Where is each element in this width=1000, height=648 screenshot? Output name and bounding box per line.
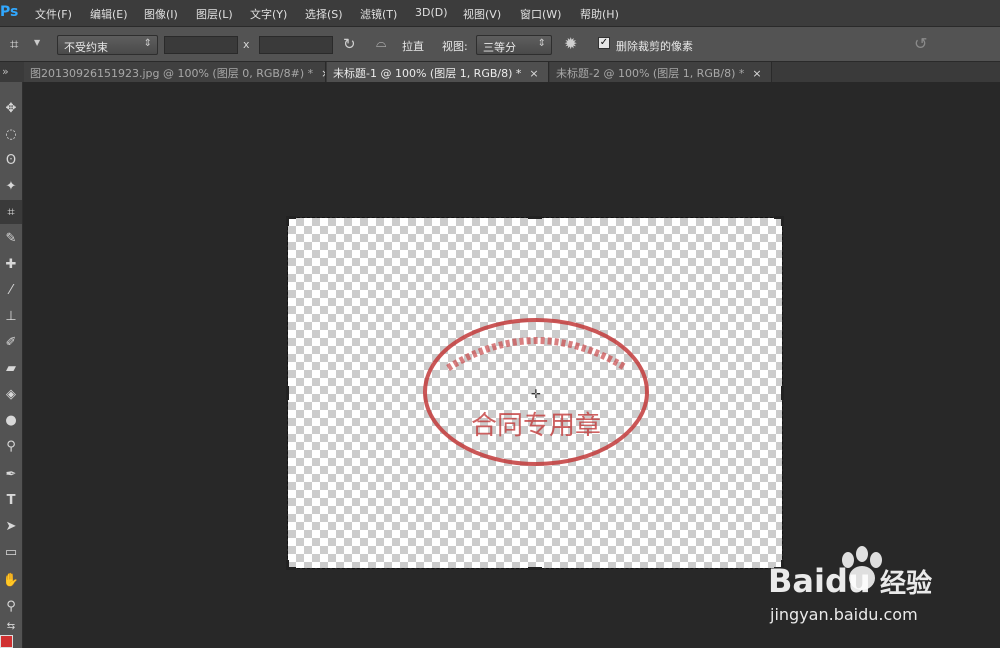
crop-handle-bottom[interactable] [528,567,542,570]
type-tool-icon[interactable]: T [0,488,22,512]
menu-filter[interactable]: 滤镜(T) [360,6,397,22]
tab-title: 图20130926151923.jpg @ 100% (图层 0, RGB/8#… [30,67,314,80]
width-field[interactable] [164,36,238,54]
blur-tool-icon[interactable]: ● [0,408,22,432]
watermark-url: jingyan.baidu.com [769,605,918,624]
zoom-tool-icon[interactable]: ⚲ [0,594,22,618]
tool-preset-chevron-icon[interactable]: ▼ [34,38,40,47]
height-field[interactable] [259,36,333,54]
jingyan-product-text: 经验 [880,568,932,599]
paint-bucket-tool-icon[interactable]: ◈ [0,382,22,406]
tab-strip-arrows-icon[interactable]: » [2,65,9,78]
crop-tool-icon[interactable]: ⌗ [10,35,18,53]
menu-select[interactable]: 选择(S) [305,6,343,22]
menu-edit[interactable]: 编辑(E) [90,6,128,22]
reset-icon[interactable]: ↺ [914,34,927,53]
brush-tool-icon[interactable]: ⁄ [0,278,22,302]
ratio-select[interactable]: 不受约束 ⇕ [57,35,158,55]
crop-handle-bl-v[interactable] [286,560,289,570]
options-bar: ⌗ ▼ 不受约束 ⇕ x ↻ ⌓ 拉直 视图: 三等分 ⇕ ✹ ✓ 删除裁剪的像… [0,26,1000,62]
crop-handle-tl-v[interactable] [286,216,289,226]
clone-stamp-tool-icon[interactable]: ⊥ [0,304,22,328]
marquee-tool-icon[interactable]: ◌ [0,122,22,146]
tab-title: 未标题-1 @ 100% (图层 1, RGB/8) * [333,67,522,80]
crop-handle-top[interactable] [528,216,542,219]
menu-window[interactable]: 窗口(W) [520,6,561,22]
menu-image[interactable]: 图像(I) [144,6,178,22]
pen-tool-icon[interactable]: ✒ [0,462,22,486]
tab-document-2[interactable]: 未标题-1 @ 100% (图层 1, RGB/8) * × [327,62,549,82]
select-arrows-icon: ⇕ [143,38,152,49]
eyedropper-tool-icon[interactable]: ✎ [0,226,22,250]
ps-logo: Ps [0,4,19,20]
rotate-icon[interactable]: ↻ [343,35,356,53]
ratio-select-value: 不受约束 [64,41,108,54]
crop-handle-right[interactable] [781,386,784,400]
delete-cropped-label[interactable]: 删除裁剪的像素 [616,38,693,54]
straighten-label[interactable]: 拉直 [402,38,424,54]
straighten-icon[interactable]: ⌓ [376,36,386,51]
menu-view[interactable]: 视图(V) [463,6,501,22]
magic-wand-tool-icon[interactable]: ✦ [0,174,22,198]
crop-handle-left[interactable] [286,386,289,400]
crop-center-icon: ✛ [531,387,541,401]
move-tool-icon[interactable]: ✥ [0,96,22,120]
menu-bar: Ps 文件(F) 编辑(E) 图像(I) 图层(L) 文字(Y) 选择(S) 滤… [0,0,1000,26]
lasso-tool-icon[interactable]: ʘ [0,148,22,172]
view-select-value: 三等分 [483,41,516,54]
swap-colors-icon[interactable]: ⇆ [0,618,22,634]
menu-file[interactable]: 文件(F) [35,6,72,22]
dodge-tool-icon[interactable]: ⚲ [0,434,22,458]
document-tab-bar: » 图20130926151923.jpg @ 100% (图层 0, RGB/… [0,62,1000,82]
eraser-tool-icon[interactable]: ▰ [0,356,22,380]
healing-brush-tool-icon[interactable]: ✚ [0,252,22,276]
view-label: 视图: [442,40,468,53]
crop-tool-icon[interactable]: ⌗ [0,200,22,224]
history-brush-tool-icon[interactable]: ✐ [0,330,22,354]
select-arrows-icon: ⇕ [537,38,546,49]
menu-help[interactable]: 帮助(H) [580,6,619,22]
stamp-graphic: 合同专用章 ✛ [423,318,649,466]
view-select[interactable]: 三等分 ⇕ [476,35,552,55]
gear-icon[interactable]: ✹ [564,34,577,53]
close-icon[interactable]: × [321,67,325,80]
menu-3d[interactable]: 3D(D) [415,6,448,19]
close-icon[interactable]: × [529,67,538,80]
menu-layer[interactable]: 图层(L) [196,6,233,22]
document-canvas[interactable]: 合同专用章 ✛ [286,216,784,570]
baidu-brand-text: Baidu [768,562,871,600]
delete-cropped-checkbox[interactable]: ✓ [598,37,610,49]
menu-type[interactable]: 文字(Y) [250,6,287,22]
rectangle-tool-icon[interactable]: ▭ [0,540,22,564]
baidu-paw-logo: Baidu 经验 jingyan.baidu.com [768,546,932,624]
tools-panel: ✥ ◌ ʘ ✦ ⌗ ✎ ✚ ⁄ ⊥ ✐ ▰ ◈ ● ⚲ ✒ T ➤ ▭ ✋ ⚲ … [0,82,23,648]
path-selection-tool-icon[interactable]: ➤ [0,514,22,538]
tab-document-3[interactable]: 未标题-2 @ 100% (图层 1, RGB/8) * × [550,62,772,82]
stamp-text: 合同专用章 [471,411,601,441]
tab-title: 未标题-2 @ 100% (图层 1, RGB/8) * [556,67,745,80]
tab-document-1[interactable]: 图20130926151923.jpg @ 100% (图层 0, RGB/8#… [24,62,326,82]
foreground-color-swatch[interactable] [0,635,13,648]
close-icon[interactable]: × [752,67,761,80]
crop-handle-tr-v[interactable] [781,216,784,226]
hand-tool-icon[interactable]: ✋ [0,568,22,592]
baidu-jingyan-watermark: Baidu 经验 jingyan.baidu.com [768,540,948,633]
dimension-separator: x [243,38,250,51]
